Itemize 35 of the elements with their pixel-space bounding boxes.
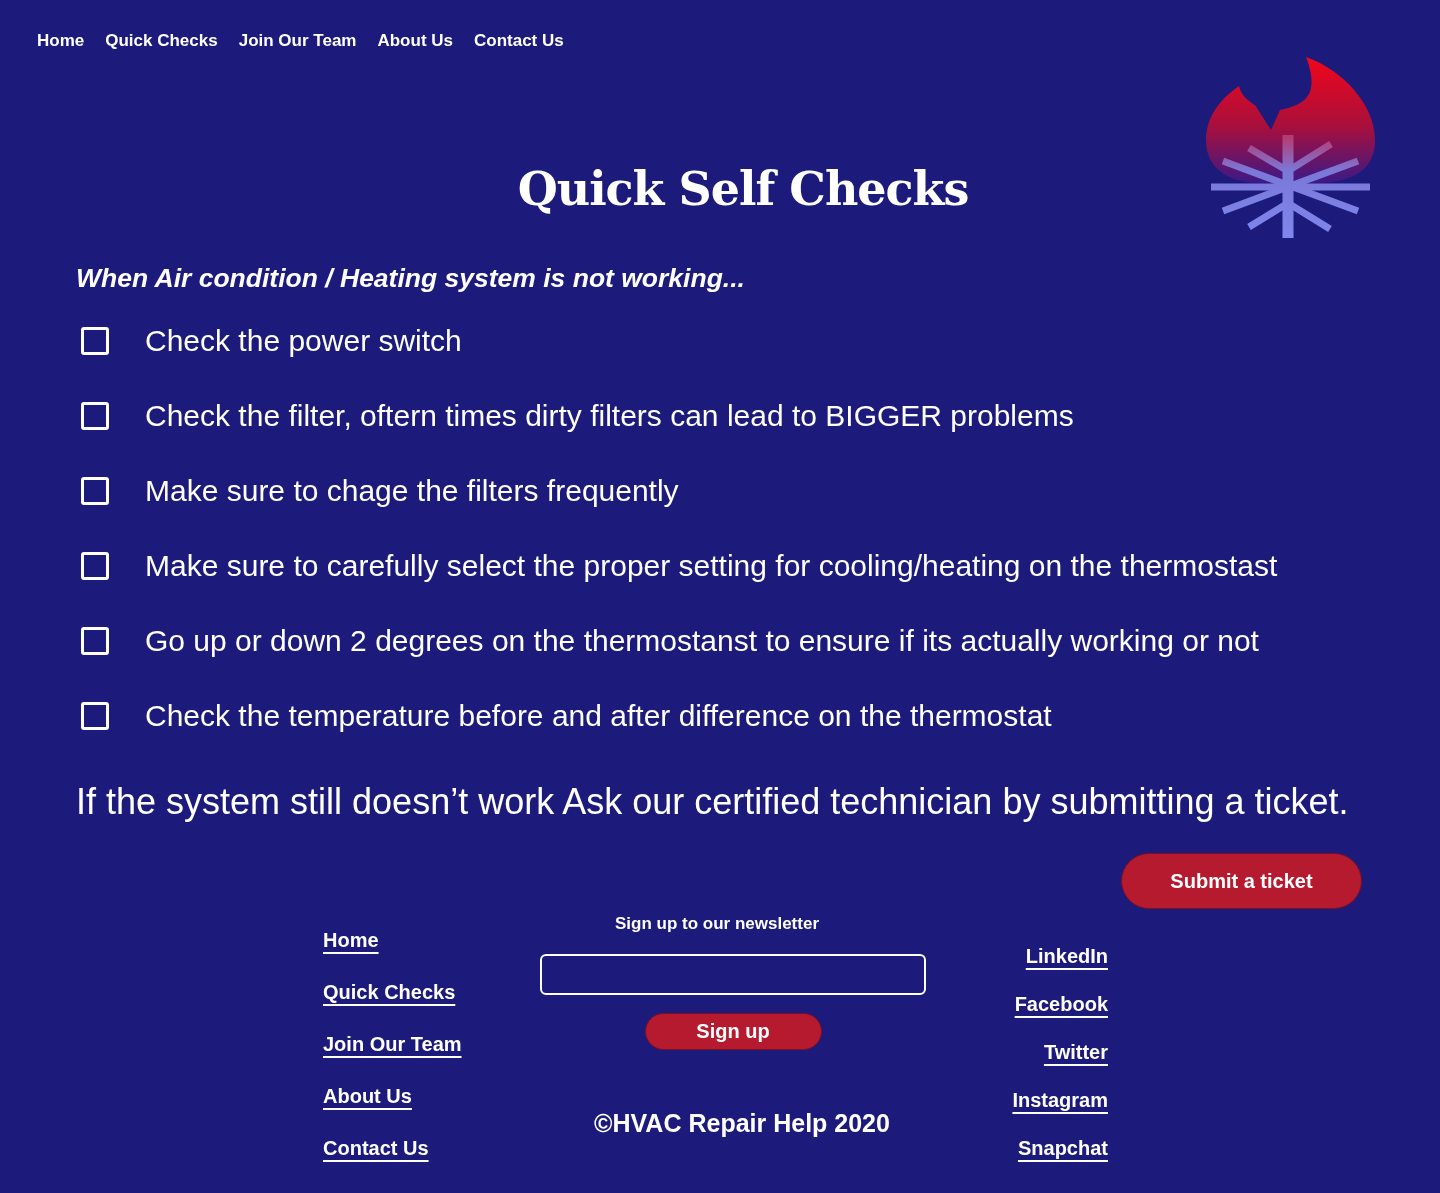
checklist-label: Make sure to chage the filters frequently bbox=[145, 473, 679, 509]
section-subtitle: When Air condition / Heating system is not working... bbox=[76, 262, 746, 294]
checkbox[interactable] bbox=[81, 477, 109, 505]
footer-link[interactable]: About Us bbox=[323, 1083, 412, 1109]
checklist-label: Check the filter, oftern times dirty filters can lead to BIGGER problems bbox=[145, 398, 1074, 434]
checkbox[interactable] bbox=[81, 702, 109, 730]
checklist-label: Make sure to carefully select the proper setting for cooling/heating on the thermostast bbox=[145, 548, 1278, 584]
checklist-label: Check the temperature before and after difference on the thermostat bbox=[145, 698, 1052, 734]
checkbox[interactable] bbox=[81, 402, 109, 430]
page-title: Quick Self Checks bbox=[517, 161, 969, 217]
checklist-label: Go up or down 2 degrees on the thermostanst to ensure if its actually working or not bbox=[145, 623, 1259, 659]
checklist-label: Check the power switch bbox=[145, 323, 462, 359]
footer-link[interactable]: Quick Checks bbox=[323, 979, 456, 1005]
nav-link[interactable]: Home bbox=[37, 31, 85, 51]
copyright-text: ©HVAC Repair Help 2020 bbox=[594, 1108, 890, 1139]
nav-link[interactable]: Quick Checks bbox=[105, 31, 218, 51]
footer-link[interactable]: Home bbox=[323, 927, 379, 953]
nav-link[interactable]: Contact Us bbox=[474, 31, 564, 51]
social-link[interactable]: Twitter bbox=[1043, 1039, 1108, 1065]
closing-text: If the system still doesn’t work Ask our certified technician by submitting a ticket. bbox=[76, 780, 1350, 824]
checkbox[interactable] bbox=[81, 627, 109, 655]
sign-up-button[interactable]: Sign up bbox=[644, 1013, 822, 1050]
nav-link[interactable]: Join Our Team bbox=[238, 31, 357, 51]
newsletter-label: Sign up to our newsletter bbox=[615, 913, 819, 935]
social-link[interactable]: Instagram bbox=[1012, 1087, 1108, 1113]
nav-link[interactable]: About Us bbox=[377, 31, 453, 51]
newsletter-email-field[interactable] bbox=[540, 954, 926, 995]
submit-ticket-button[interactable]: Submit a ticket bbox=[1121, 853, 1362, 909]
checkbox[interactable] bbox=[81, 552, 109, 580]
social-link[interactable]: Facebook bbox=[1014, 991, 1108, 1017]
social-link[interactable]: Snapchat bbox=[1017, 1135, 1108, 1161]
footer-link[interactable]: Contact Us bbox=[323, 1135, 429, 1161]
footer-link[interactable]: Join Our Team bbox=[323, 1031, 462, 1057]
checkbox[interactable] bbox=[81, 327, 109, 355]
social-link[interactable]: LinkedIn bbox=[1025, 943, 1108, 969]
